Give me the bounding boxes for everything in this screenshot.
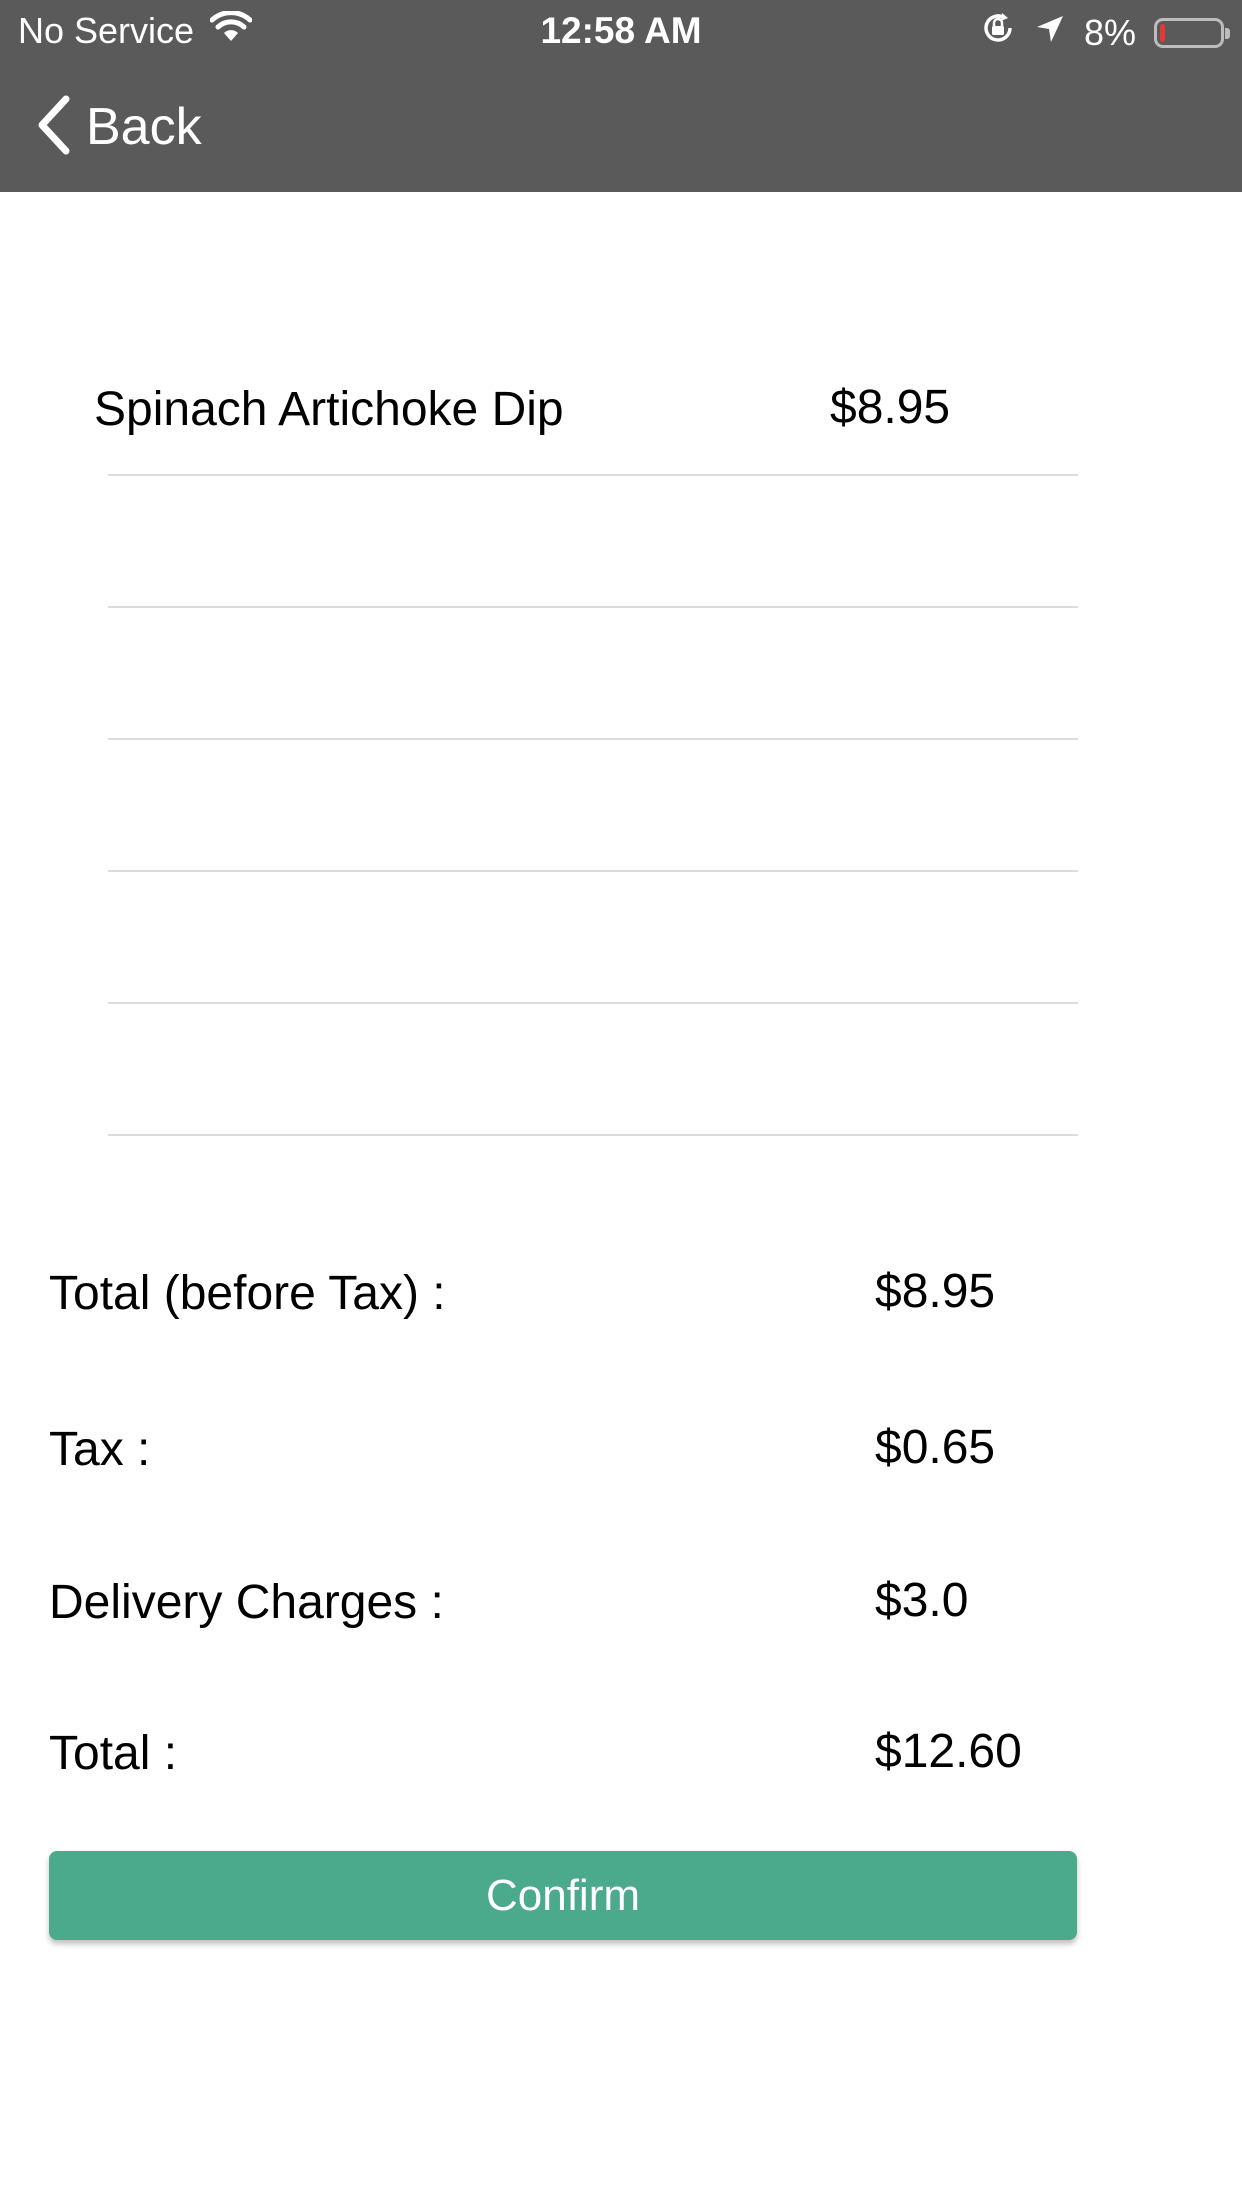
delivery-label: Delivery Charges :: [49, 1576, 444, 1629]
battery-level-fill: [1160, 23, 1165, 42]
status-bar: No Service 12:58 AM 8%: [0, 0, 1242, 62]
location-arrow-icon: [1034, 12, 1066, 54]
confirm-label: Confirm: [485, 1870, 641, 1920]
subtotal-row: Total (before Tax) : $8.95: [0, 1256, 1242, 1336]
total-value: $12.60: [875, 1725, 1022, 1778]
list-item: [0, 476, 1242, 608]
item-name: Spinach Artichoke Dip: [94, 383, 564, 436]
battery-percent: 8%: [1083, 11, 1136, 53]
app-header: No Service 12:58 AM 8% Back: [0, 0, 1242, 192]
order-items-list: Spinach Artichoke Dip $8.95: [0, 344, 1242, 1136]
back-button[interactable]: Back: [34, 92, 202, 162]
total-row: Total : $12.60: [0, 1716, 1242, 1796]
row-divider: [108, 1134, 1078, 1136]
item-price: $8.95: [830, 381, 951, 434]
orientation-lock-icon: [980, 10, 1016, 55]
status-right: 8%: [962, 10, 1230, 55]
confirm-button[interactable]: Confirm: [49, 1851, 1077, 1940]
subtotal-label: Total (before Tax) :: [49, 1267, 446, 1320]
delivery-value: $3.0: [875, 1574, 969, 1627]
list-item: [0, 872, 1242, 1004]
list-item: [0, 1004, 1242, 1136]
tax-row: Tax : $0.65: [0, 1412, 1242, 1492]
subtotal-value: $8.95: [875, 1265, 996, 1318]
list-item: [0, 608, 1242, 740]
list-item: [0, 740, 1242, 872]
tax-label: Tax :: [49, 1423, 151, 1476]
total-label: Total :: [49, 1727, 178, 1780]
back-label: Back: [86, 98, 202, 156]
tax-value: $0.65: [875, 1421, 996, 1474]
chevron-left-icon: [34, 93, 72, 162]
battery-icon: [1154, 17, 1230, 48]
delivery-row: Delivery Charges : $3.0: [0, 1565, 1242, 1645]
list-item[interactable]: Spinach Artichoke Dip $8.95: [0, 344, 1242, 476]
